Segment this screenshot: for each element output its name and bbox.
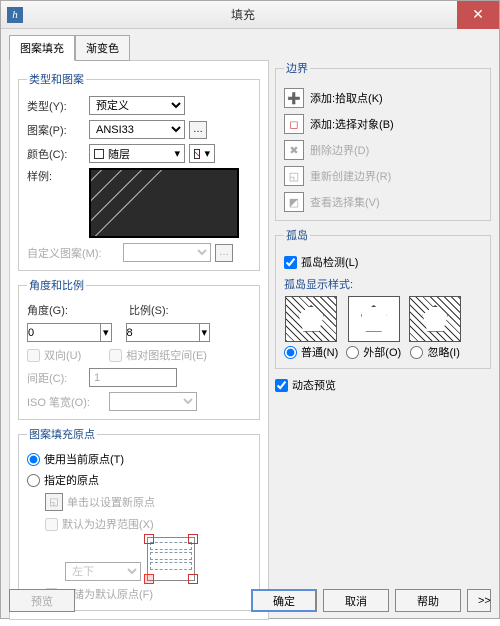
- spacing-input: [89, 368, 177, 387]
- scale-input[interactable]: [126, 323, 200, 342]
- legend-type-pattern: 类型和图案: [27, 71, 86, 87]
- hatch-dialog: h 填充 ✕ 图案填充 渐变色 类型和图案 类型(Y): 预定义: [0, 0, 500, 619]
- specified-origin-radio[interactable]: 指定的原点: [27, 472, 99, 488]
- chevron-down-icon: ▾: [204, 147, 210, 160]
- custom-pattern-browse-button: …: [215, 244, 233, 262]
- group-boundary: 边界 ➕ 添加:拾取点(K) ◻ 添加:选择对象(B) ✖ 删除边界(D) ◱: [275, 60, 491, 221]
- angle-combo[interactable]: ▾: [27, 323, 112, 342]
- type-label: 类型(Y):: [27, 98, 85, 114]
- close-button[interactable]: ✕: [457, 1, 499, 29]
- group-type-pattern: 类型和图案 类型(Y): 预定义 图案(P): ANSI33: [18, 71, 260, 271]
- view-selection-icon: ◩: [284, 192, 304, 212]
- dynamic-preview-checkbox[interactable]: 动态预览: [275, 377, 336, 393]
- ok-button[interactable]: 确定: [251, 589, 317, 612]
- paper-space-checkbox: 相对图纸空间(E): [109, 347, 207, 363]
- island-outer-radio[interactable]: 外部(O): [346, 344, 401, 360]
- color-label: 颜色(C):: [27, 146, 85, 162]
- pattern-combo[interactable]: ANSI33: [89, 120, 185, 139]
- scale-label: 比例(S):: [129, 302, 187, 318]
- island-normal-radio[interactable]: 普通(N): [284, 344, 338, 360]
- none-swatch-icon: [194, 149, 200, 159]
- left-panel: 类型和图案 类型(Y): 预定义 图案(P): ANSI33: [9, 60, 269, 620]
- iso-pen-combo: [109, 392, 197, 411]
- tab-bar: 图案填充 渐变色: [9, 35, 491, 61]
- group-hatch-origin: 图案填充原点 使用当前原点(T) 指定的原点 ◱ 单击以设置新原点: [18, 426, 260, 611]
- remove-boundary-icon: ✖: [284, 140, 304, 160]
- app-icon: h: [7, 7, 23, 23]
- legend-islands: 孤岛: [284, 227, 310, 243]
- color-swatch-icon: [94, 149, 104, 159]
- pick-origin-button: ◱: [45, 493, 63, 511]
- cancel-button[interactable]: 取消: [323, 589, 389, 612]
- group-islands: 孤岛 孤岛检测(L) 孤岛显示样式: 普通(N) 外部(O): [275, 227, 491, 369]
- click-new-origin-label: 单击以设置新原点: [67, 494, 155, 510]
- angle-label: 角度(G):: [27, 302, 85, 318]
- tab-hatch[interactable]: 图案填充: [9, 35, 75, 61]
- recreate-boundary-label: 重新创建边界(R): [310, 168, 391, 184]
- chevron-down-icon[interactable]: ▾: [101, 323, 112, 342]
- custom-pattern-label: 自定义图案(M):: [27, 245, 119, 261]
- legend-origin: 图案填充原点: [27, 426, 97, 442]
- add-pick-label[interactable]: 添加:拾取点(K): [310, 90, 383, 106]
- help-button[interactable]: 帮助: [395, 589, 461, 612]
- legend-boundary: 边界: [284, 60, 310, 76]
- remove-boundary-label: 删除边界(D): [310, 142, 369, 158]
- type-combo[interactable]: 预定义: [89, 96, 185, 115]
- bg-color-combo[interactable]: ▾: [189, 144, 215, 163]
- footer: 预览 确定 取消 帮助 >>: [9, 589, 491, 612]
- pattern-label: 图案(P):: [27, 122, 85, 138]
- island-ignore-radio[interactable]: 忽略(I): [410, 344, 459, 360]
- island-normal-image[interactable]: [285, 296, 337, 342]
- scale-combo[interactable]: ▾: [126, 323, 211, 342]
- custom-pattern-combo: [123, 243, 211, 262]
- tab-gradient[interactable]: 渐变色: [75, 35, 130, 61]
- add-select-icon[interactable]: ◻: [284, 114, 304, 134]
- use-current-origin-radio[interactable]: 使用当前原点(T): [27, 451, 124, 467]
- angle-input[interactable]: [27, 323, 101, 342]
- sample-label: 样例:: [27, 168, 85, 184]
- default-bound-checkbox: 默认为边界范围(X): [45, 516, 154, 532]
- chevron-down-icon[interactable]: ▾: [200, 323, 211, 342]
- iso-pen-label: ISO 笔宽(O):: [27, 394, 105, 410]
- color-value: 随层: [108, 146, 130, 162]
- origin-preview-image: [147, 537, 195, 581]
- origin-pos-combo: 左下: [65, 562, 141, 581]
- legend-angle-scale: 角度和比例: [27, 277, 86, 293]
- add-select-label[interactable]: 添加:选择对象(B): [310, 116, 394, 132]
- title-bar: h 填充 ✕: [1, 1, 499, 29]
- island-detect-checkbox[interactable]: 孤岛检测(L): [284, 254, 358, 270]
- island-outer-image[interactable]: [348, 296, 400, 342]
- expand-button[interactable]: >>: [467, 589, 491, 612]
- color-combo[interactable]: 随层 ▾: [89, 144, 185, 163]
- group-angle-scale: 角度和比例 角度(G): 比例(S): ▾: [18, 277, 260, 420]
- view-selection-label: 查看选择集(V): [310, 194, 380, 210]
- spacing-label: 间距(C):: [27, 370, 85, 386]
- island-ignore-image[interactable]: [409, 296, 461, 342]
- chevron-down-icon: ▾: [174, 147, 180, 160]
- recreate-boundary-icon: ◱: [284, 166, 304, 186]
- island-style-label: 孤岛显示样式:: [284, 276, 482, 292]
- double-checkbox: 双向(U): [27, 347, 81, 363]
- pattern-preview[interactable]: [89, 168, 239, 238]
- add-pick-icon[interactable]: ➕: [284, 88, 304, 108]
- pattern-browse-button[interactable]: …: [189, 121, 207, 139]
- window-title: 填充: [29, 6, 457, 23]
- preview-button: 预览: [9, 589, 75, 612]
